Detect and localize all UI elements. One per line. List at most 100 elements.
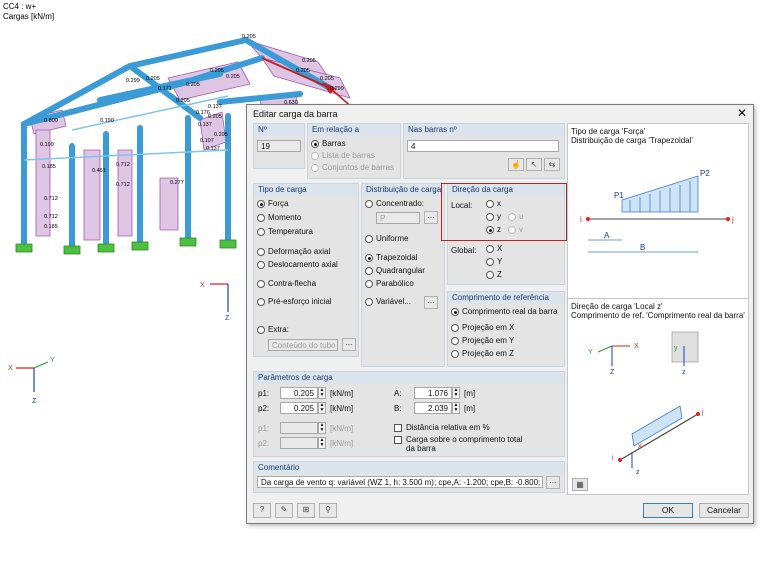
- p4-spinner[interactable]: ▲ ▼: [318, 437, 326, 449]
- label-extra: Extra:: [268, 325, 289, 334]
- radio-variavel[interactable]: [365, 298, 373, 306]
- radio-pre-esforco[interactable]: [257, 298, 265, 306]
- load-value-label: 0.205: [186, 82, 200, 88]
- load-value-label: 0.800: [44, 118, 58, 124]
- cancel-button[interactable]: Cancelar: [699, 503, 749, 518]
- select-member-icon[interactable]: ↖: [526, 158, 542, 171]
- radio-deslocamento-axial[interactable]: [257, 261, 265, 269]
- edit-icon[interactable]: ✎: [275, 503, 293, 518]
- label-variavel: Variável...: [376, 297, 411, 306]
- radio-conjuntos[interactable]: [311, 164, 319, 172]
- radio-projecao-y[interactable]: [451, 337, 459, 345]
- ok-button[interactable]: OK: [643, 503, 693, 518]
- load-value-label: 0.171: [158, 86, 172, 92]
- load-value-label: 0.277: [170, 180, 184, 186]
- p4-input[interactable]: [280, 437, 318, 449]
- triad-x-label: X: [8, 365, 13, 372]
- p1-input[interactable]: 0.205: [280, 387, 318, 399]
- supports: [15, 237, 237, 255]
- load-value-label: 0.185: [44, 224, 58, 230]
- radio-projecao-z[interactable]: [451, 350, 459, 358]
- load-value-label: 0.205: [296, 68, 310, 74]
- radio-comprimento-real[interactable]: [451, 308, 459, 316]
- radio-uniforme[interactable]: [365, 235, 373, 243]
- radio-barras[interactable]: [311, 140, 319, 148]
- comment-field[interactable]: Da carga de vento q: variável (WZ 1, h: …: [257, 476, 543, 488]
- load-value-label: 0.137: [208, 104, 222, 110]
- radio-global-y[interactable]: [486, 258, 494, 266]
- p3-input[interactable]: [280, 422, 318, 434]
- load-value-label: 0.185: [42, 164, 56, 170]
- label-distancia-relativa: Distância relativa em %: [406, 423, 490, 432]
- extra-select[interactable]: Conteúdo do tubo: [268, 339, 338, 351]
- units-icon[interactable]: ⊞: [297, 503, 315, 518]
- relative-to-group: Em relação a Barras Lista de barras Conj…: [307, 123, 401, 179]
- filter-icon[interactable]: ⚲: [319, 503, 337, 518]
- load-value-label: 0.176: [196, 110, 210, 116]
- radio-temperatura[interactable]: [257, 228, 265, 236]
- radio-deformacao-axial[interactable]: [257, 248, 265, 256]
- radio-projecao-x[interactable]: [451, 324, 459, 332]
- number-header: Nº: [254, 124, 304, 136]
- load-value-label: 0.712: [116, 182, 130, 188]
- radio-extra[interactable]: [257, 326, 265, 334]
- load-value-label: 0.299: [330, 86, 344, 92]
- label-pre-esforco: Pré-esforço inicial: [268, 297, 332, 306]
- p2-spinner[interactable]: ▲ ▼: [318, 402, 326, 414]
- help-icon[interactable]: ?: [253, 503, 271, 518]
- p2-input[interactable]: 0.205: [280, 402, 318, 414]
- info-local-y: y: [674, 345, 678, 352]
- parameters-header: Parâmetros de carga: [254, 372, 564, 384]
- info-b-label: B: [640, 243, 645, 252]
- radio-trapezoidal[interactable]: [365, 254, 373, 262]
- radio-global-x[interactable]: [486, 245, 494, 253]
- number-field[interactable]: 19: [257, 140, 301, 152]
- variavel-edit-icon[interactable]: ⋯: [424, 296, 438, 309]
- load-value-label: 0.712: [116, 162, 130, 168]
- a-spinner[interactable]: ▲ ▼: [452, 387, 460, 399]
- radio-lista-barras[interactable]: [311, 152, 319, 160]
- checkbox-carga-total[interactable]: [394, 436, 402, 444]
- checkbox-distancia-relativa[interactable]: [394, 424, 402, 432]
- edit-member-load-dialog[interactable]: Editar carga da barra ✕ Nº 19 Em relação…: [246, 104, 754, 524]
- radio-momento[interactable]: [257, 214, 265, 222]
- concentrado-edit-icon[interactable]: ⋯: [424, 211, 438, 224]
- radio-parabolico[interactable]: [365, 280, 373, 288]
- p1-label: p1:: [258, 389, 270, 398]
- load-value-label: 0.205: [176, 98, 190, 104]
- label-concentrado: Concentrado:: [376, 199, 425, 208]
- direction-diagram: X Y Z z y i j z x: [588, 331, 704, 476]
- close-icon[interactable]: ✕: [737, 106, 747, 120]
- p1-spinner[interactable]: ▲ ▼: [318, 387, 326, 399]
- members-field[interactable]: 4: [407, 140, 559, 152]
- on-members-group: Nas barras nº 4 ☝ ↖ ⇆: [403, 123, 565, 179]
- info-view-icon[interactable]: ▦: [572, 478, 588, 491]
- radio-global-z[interactable]: [486, 271, 494, 279]
- p2-label: p2:: [258, 404, 270, 413]
- p2-unit: [kN/m]: [330, 404, 354, 413]
- direction-highlight: [441, 183, 567, 241]
- label-lista-barras: Lista de barras: [322, 151, 375, 160]
- a-input[interactable]: 1.076: [414, 387, 452, 399]
- label-trapezoidal: Trapezoidal: [376, 253, 418, 262]
- load-value-label: 0.137: [198, 122, 212, 128]
- reverse-icon[interactable]: ⇆: [544, 158, 560, 171]
- b-spinner[interactable]: ▲ ▼: [452, 402, 460, 414]
- radio-contra-flecha[interactable]: [257, 280, 265, 288]
- radio-forca[interactable]: [257, 200, 265, 208]
- b-input[interactable]: 2.039: [414, 402, 452, 414]
- info-local-z: z: [682, 369, 686, 376]
- radio-quadrangular[interactable]: [365, 267, 373, 275]
- number-group: Nº 19: [253, 123, 305, 169]
- global-label: Global:: [451, 246, 477, 255]
- label-projecao-x: Projeção em X: [462, 323, 515, 332]
- pick-member-icon[interactable]: ☝: [508, 158, 524, 171]
- a-unit: [m]: [464, 389, 476, 398]
- radio-concentrado[interactable]: [365, 200, 373, 208]
- load-value-label: 0.205: [226, 74, 240, 80]
- p3-spinner[interactable]: ▲ ▼: [318, 422, 326, 434]
- comment-edit-icon[interactable]: ⋯: [546, 476, 560, 489]
- concentrado-select[interactable]: P: [376, 212, 420, 224]
- extra-edit-icon[interactable]: ⋯: [342, 338, 356, 351]
- info-line2: Distribuição de carga 'Trapezoidal': [571, 136, 693, 145]
